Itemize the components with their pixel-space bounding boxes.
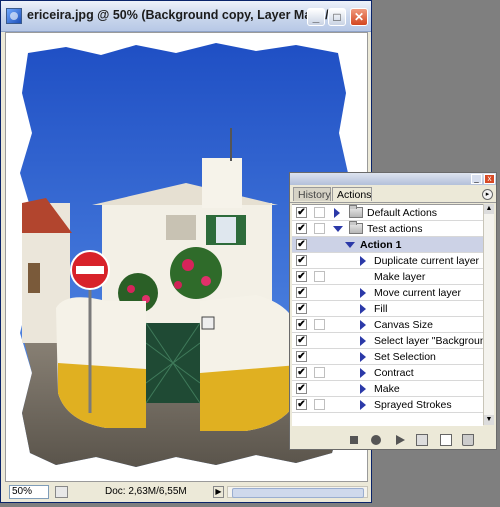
list-item[interactable]: ✔ Action 1 bbox=[292, 237, 483, 253]
status-menu-button[interactable]: ▶ bbox=[213, 486, 224, 498]
toggle-checkbox[interactable]: ✔ bbox=[296, 303, 307, 314]
toggle-checkbox[interactable]: ✔ bbox=[296, 319, 307, 330]
expand-arrow-icon[interactable] bbox=[360, 304, 366, 314]
close-button[interactable]: ✕ bbox=[350, 8, 368, 26]
tab-history[interactable]: History bbox=[293, 187, 331, 201]
vertical-scrollbar[interactable]: ▲ ▼ bbox=[483, 204, 494, 425]
expand-arrow-icon[interactable] bbox=[360, 384, 366, 394]
dialog-toggle[interactable] bbox=[314, 271, 325, 282]
list-item[interactable]: ✔ Fill bbox=[292, 301, 483, 317]
dialog-toggle[interactable] bbox=[314, 223, 325, 234]
toggle-checkbox[interactable]: ✔ bbox=[296, 367, 307, 378]
palette-close-button[interactable]: x bbox=[484, 174, 495, 184]
toggle-checkbox[interactable]: ✔ bbox=[296, 255, 307, 266]
dialog-toggle[interactable] bbox=[314, 319, 325, 330]
list-item[interactable]: ✔ Duplicate current layer bbox=[292, 253, 483, 269]
list-item[interactable]: ✔ Sprayed Strokes bbox=[292, 397, 483, 413]
doc-size-readout: Doc: 2,63M/6,55M bbox=[105, 486, 187, 497]
expand-arrow-icon[interactable] bbox=[360, 336, 366, 346]
list-item[interactable]: ✔ Select layer "Background c... bbox=[292, 333, 483, 349]
toggle-checkbox[interactable]: ✔ bbox=[296, 399, 307, 410]
play-icon[interactable] bbox=[394, 434, 406, 446]
set-label: Default Actions bbox=[367, 207, 438, 219]
list-item[interactable]: ✔ Move current layer bbox=[292, 285, 483, 301]
dialog-toggle[interactable] bbox=[314, 399, 325, 410]
palette-titlebar[interactable]: _ x bbox=[290, 173, 496, 185]
expand-arrow-icon[interactable] bbox=[360, 320, 366, 330]
new-action-icon[interactable] bbox=[440, 434, 452, 446]
step-label: Make bbox=[374, 383, 400, 395]
toggle-checkbox[interactable]: ✔ bbox=[296, 287, 307, 298]
expand-arrow-icon[interactable] bbox=[360, 352, 366, 362]
actions-palette: _ x History Actions ▸ ✔ Default Actions … bbox=[289, 172, 497, 450]
status-info-icon[interactable] bbox=[55, 486, 68, 498]
list-item[interactable]: ✔ Make layer bbox=[292, 269, 483, 285]
document-title: ericeira.jpg @ 50% (Background copy, Lay… bbox=[27, 8, 340, 22]
list-item[interactable]: ✔ Canvas Size bbox=[292, 317, 483, 333]
expand-arrow-icon[interactable] bbox=[360, 400, 366, 410]
toggle-checkbox[interactable]: ✔ bbox=[296, 223, 307, 234]
zoom-field[interactable]: 50% bbox=[9, 485, 49, 499]
record-icon[interactable] bbox=[370, 434, 382, 446]
expand-arrow-icon[interactable] bbox=[360, 256, 366, 266]
dialog-toggle[interactable] bbox=[314, 207, 325, 218]
folder-icon bbox=[349, 205, 363, 218]
scroll-thumb[interactable] bbox=[232, 488, 364, 498]
toggle-checkbox[interactable]: ✔ bbox=[296, 351, 307, 362]
list-item[interactable]: ✔ Set Selection bbox=[292, 349, 483, 365]
action-label: Action 1 bbox=[360, 239, 402, 251]
step-label: Sprayed Strokes bbox=[374, 399, 452, 411]
delete-icon[interactable] bbox=[462, 434, 474, 446]
palette-tabs: History Actions bbox=[290, 186, 496, 203]
expand-arrow-icon[interactable] bbox=[360, 368, 366, 378]
new-set-icon[interactable] bbox=[416, 434, 428, 446]
list-item[interactable]: ✔ Make bbox=[292, 381, 483, 397]
step-label: Make layer bbox=[374, 271, 426, 283]
step-label: Contract bbox=[374, 367, 414, 379]
list-item[interactable]: ✔ Default Actions bbox=[292, 205, 483, 221]
collapse-arrow-icon[interactable] bbox=[333, 226, 343, 232]
expand-arrow-icon[interactable] bbox=[334, 208, 340, 218]
folder-icon bbox=[349, 221, 363, 234]
step-label: Set Selection bbox=[374, 351, 436, 363]
tab-actions[interactable]: Actions bbox=[332, 187, 372, 201]
document-titlebar[interactable]: ericeira.jpg @ 50% (Background copy, Lay… bbox=[1, 1, 371, 32]
list-item[interactable]: ✔ Test actions bbox=[292, 221, 483, 237]
toggle-checkbox[interactable]: ✔ bbox=[296, 271, 307, 282]
collapse-arrow-icon[interactable] bbox=[345, 242, 355, 248]
maximize-button[interactable]: □ bbox=[328, 8, 346, 26]
palette-button-bar bbox=[290, 431, 496, 449]
step-label: Canvas Size bbox=[374, 319, 433, 331]
statusbar: 50% Doc: 2,63M/6,55M ▶ bbox=[5, 485, 368, 500]
palette-minimize-button[interactable]: _ bbox=[471, 174, 482, 184]
actions-list: ✔ Default Actions ✔ Test actions ✔ Actio… bbox=[292, 204, 483, 426]
list-item[interactable]: ✔ Contract bbox=[292, 365, 483, 381]
stop-icon[interactable] bbox=[348, 434, 360, 446]
toggle-checkbox[interactable]: ✔ bbox=[296, 383, 307, 394]
document-image-icon bbox=[6, 8, 22, 24]
palette-menu-button[interactable]: ▸ bbox=[482, 189, 493, 200]
step-label: Duplicate current layer bbox=[374, 255, 480, 267]
dialog-toggle[interactable] bbox=[314, 367, 325, 378]
step-label: Select layer "Background c... bbox=[374, 335, 483, 347]
expand-arrow-icon[interactable] bbox=[360, 288, 366, 298]
toggle-checkbox[interactable]: ✔ bbox=[296, 335, 307, 346]
toggle-checkbox[interactable]: ✔ bbox=[296, 207, 307, 218]
minimize-button[interactable]: _ bbox=[307, 8, 325, 26]
scroll-up-icon[interactable]: ▲ bbox=[484, 204, 494, 214]
step-label: Fill bbox=[374, 303, 388, 315]
horizontal-scrollbar[interactable] bbox=[227, 486, 368, 498]
step-label: Move current layer bbox=[374, 287, 461, 299]
set-label: Test actions bbox=[367, 223, 423, 235]
scroll-down-icon[interactable]: ▼ bbox=[484, 415, 494, 425]
toggle-checkbox[interactable]: ✔ bbox=[296, 239, 307, 250]
